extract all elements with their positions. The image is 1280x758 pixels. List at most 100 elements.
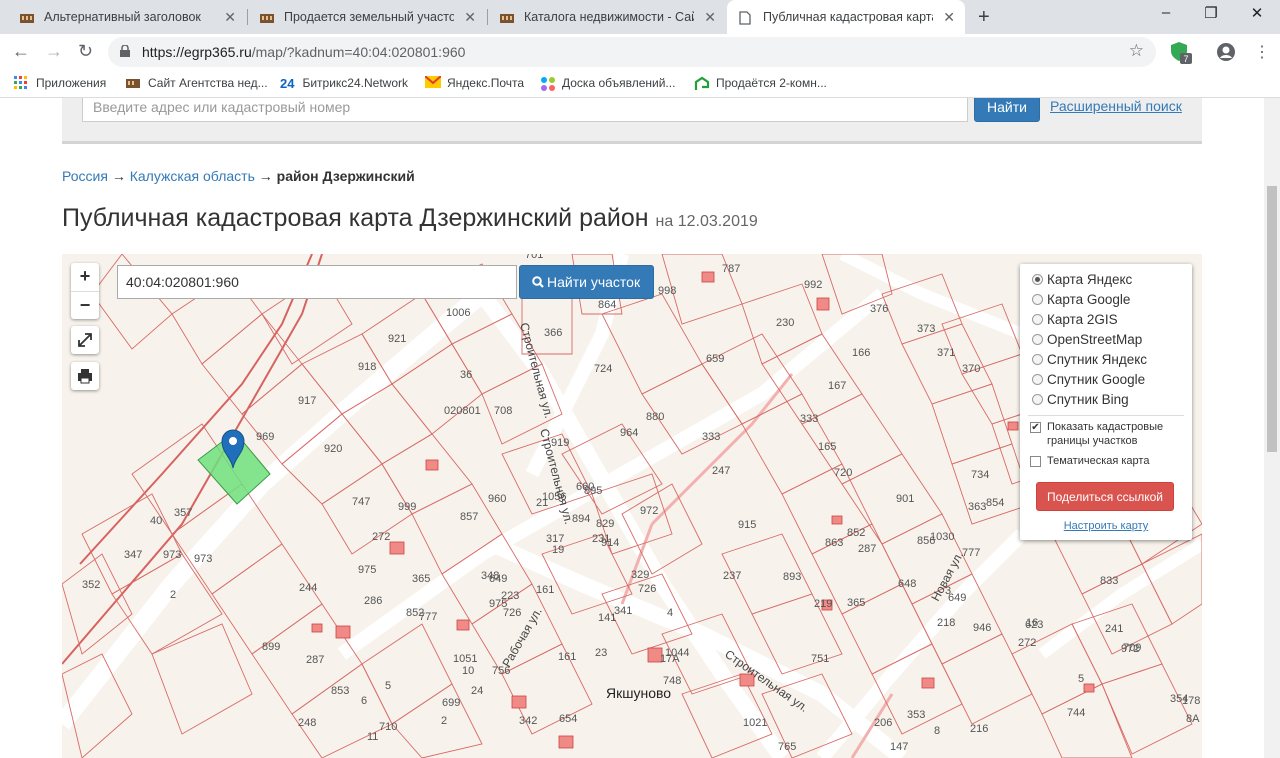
profile-avatar-icon[interactable] [1216,42,1236,67]
zoom-out-button[interactable]: − [71,291,99,319]
parcel-number-label: 960 [488,493,506,505]
building-footprint [311,623,323,633]
parcel-number-label: 880 [646,411,664,423]
find-button[interactable]: Найти [974,98,1040,122]
parcel-number-label: 244 [299,582,317,594]
address-search-input[interactable]: Введите адрес или кадастровый номер [82,98,968,122]
close-icon[interactable]: ✕ [464,9,476,26]
parcel-number-label: 999 [398,501,416,513]
layer-option-2gis[interactable]: Карта 2GIS [1032,312,1118,327]
parcel-number-label: 36 [460,369,472,381]
browser-tab-1[interactable]: Альтернативный заголовок ✕ [8,0,246,34]
parcel-number-label: 1021 [743,717,767,729]
layer-option-google-map[interactable]: Карта Google [1032,292,1130,307]
parcel-number-label: 901 [896,493,914,505]
bookmark-ads-board[interactable]: Доска объявлений... [540,76,676,91]
radio-button[interactable] [1032,394,1043,405]
browser-tab-3[interactable]: Каталога недвижимости - Сайт ✕ [488,0,726,34]
bookmark-bitrix24[interactable]: 24 Битрикс24.Network [280,76,408,91]
parcel-number-label: 899 [262,641,280,653]
map-marker-pin-icon[interactable] [221,429,245,474]
close-icon[interactable]: ✕ [224,9,236,26]
bookmark-apps[interactable]: Приложения [14,76,106,90]
show-cadastral-label: Показать кадастровые границы участков [1047,420,1163,448]
parcel-number-label: 998 [658,285,676,297]
checkbox-checked[interactable]: ✔ [1030,422,1041,433]
parcel-number-label: 6 [361,695,367,707]
breadcrumb-arrow: → [111,168,126,184]
parcel-outline [601,293,703,395]
parcel-number-label: 161 [558,651,576,663]
parcel-number-label: 287 [858,543,876,555]
parcel-number-label: 376 [870,303,888,315]
parcel-number-label: 710 [379,721,397,733]
cadastral-map[interactable]: 701 787 992 376 373 371 370 1006 366 864 998 921 918… [62,254,1202,758]
bookmark-label: Доска объявлений... [562,76,676,90]
parcel-number-label: 347 [124,549,142,561]
radio-button[interactable] [1032,374,1043,385]
parcel-number-label: 8 [934,725,940,737]
radio-button[interactable] [1032,354,1043,365]
bookmark-agency-site[interactable]: Сайт Агентства нед... [126,76,268,90]
parcel-number-label: 165 [818,441,836,453]
parcel-number-label: 975 [358,564,376,576]
parcel-number-label: 167 [828,380,846,392]
scrollbar-thumb[interactable] [1267,186,1277,452]
share-link-button[interactable]: Поделиться ссылкой [1036,482,1174,511]
thematic-map-checkbox[interactable]: Тематическая карта [1030,454,1149,468]
layer-option-yandex-map[interactable]: Карта Яндекс [1032,272,1132,287]
menu-kebab-icon[interactable]: ⋮ [1254,42,1270,62]
close-window-button[interactable]: ✕ [1234,4,1280,22]
parcel-number-label: 237 [723,570,741,582]
parcel-outline [931,383,1013,465]
parcel-number-label: 342 [519,715,537,727]
parcel-number-label: 720 [834,467,852,479]
breadcrumb-kaluga[interactable]: Калужская область [130,168,255,184]
back-arrow-icon[interactable]: ← [12,41,30,62]
thematic-label: Тематическая карта [1047,455,1150,467]
layer-option-osm[interactable]: OpenStreetMap [1032,332,1142,347]
parcel-number-label: 365 [847,597,865,609]
reload-icon[interactable]: ↻ [78,41,93,62]
configure-map-link[interactable]: Настроить карту [1020,520,1192,532]
layer-option-yandex-satellite[interactable]: Спутник Яндекс [1032,352,1147,367]
checkbox[interactable] [1030,456,1041,467]
advanced-search-link[interactable]: Расширенный поиск [1050,98,1182,114]
show-cadastral-checkbox[interactable]: ✔ Показать кадастровые границы участков [1030,420,1163,448]
radio-button[interactable] [1032,314,1043,325]
minimize-button[interactable]: – [1143,4,1189,21]
radio-button[interactable] [1032,294,1043,305]
mail-icon [424,75,442,90]
map-cadastral-search-input[interactable]: 40:04:020801:960 [117,265,517,299]
parcel-number-label: 914 [601,537,619,549]
close-icon[interactable]: ✕ [943,9,955,26]
restore-button[interactable]: ❐ [1188,4,1234,22]
radio-button[interactable] [1032,334,1043,345]
parcel-number-label: 341 [614,605,632,617]
page-scrollbar[interactable] [1264,98,1280,758]
print-button[interactable] [71,362,99,390]
parcel-number-label: 699 [442,697,460,709]
zoom-in-button[interactable]: + [71,263,99,291]
address-bar[interactable]: https://egrp365.ru/map/?kadnum=40:04:020… [108,37,1156,67]
forward-arrow-icon[interactable]: → [45,41,63,62]
browser-tab-2[interactable]: Продается земельный участок, ✕ [248,0,486,34]
close-icon[interactable]: ✕ [704,9,716,26]
fullscreen-button[interactable] [71,326,99,354]
bookmark-star-icon[interactable]: ☆ [1129,41,1144,61]
bookmark-domclick[interactable]: Продаётся 2-комн... [694,76,827,90]
radio-button[interactable] [1032,274,1043,285]
new-tab-button[interactable]: + [978,6,990,29]
shield-extension-icon[interactable]: 7 [1170,41,1192,70]
parcel-number-label: 915 [738,519,756,531]
house-icon [20,11,34,23]
find-parcel-button[interactable]: Найти участок [519,265,654,299]
house-icon [500,11,514,23]
layer-option-google-satellite[interactable]: Спутник Google [1032,372,1145,387]
bookmark-yandex-mail[interactable]: Яндекс.Почта [424,75,524,90]
parcel-number-label: 5 [385,680,391,692]
browser-tab-4-active[interactable]: Публичная кадастровая карта Д ✕ [727,0,965,34]
breadcrumb-russia[interactable]: Россия [62,168,108,184]
layer-option-bing-satellite[interactable]: Спутник Bing [1032,392,1129,407]
parcel-outline [1041,683,1133,758]
